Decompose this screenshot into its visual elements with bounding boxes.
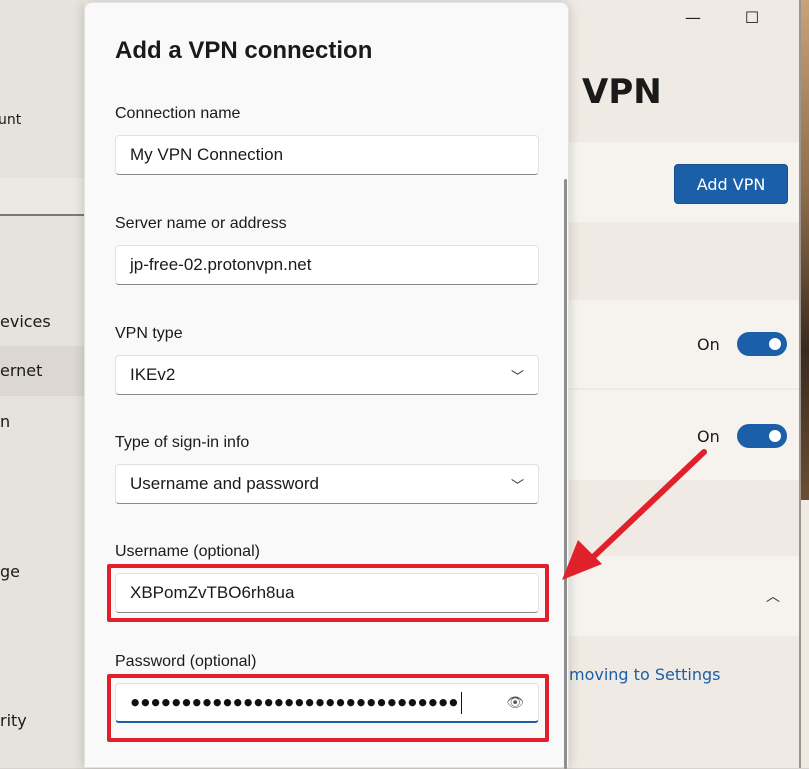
toggle-switch[interactable] (737, 424, 787, 448)
chevron-up-icon[interactable]: ︿ (766, 586, 780, 606)
sidebar-item-personalization[interactable]: n (0, 412, 84, 431)
minimize-icon[interactable]: — (681, 8, 705, 27)
password-label: Password (optional) (115, 653, 257, 670)
maximize-icon[interactable]: ☐ (740, 8, 764, 27)
sidebar-item-devices[interactable]: evices (0, 312, 84, 331)
add-vpn-dialog: Add a VPN connection Connection name My … (84, 2, 569, 769)
toggle-state-label: On (697, 335, 720, 354)
chevron-down-icon: ﹀ (510, 368, 524, 384)
server-address-input[interactable]: jp-free-02.protonvpn.net (115, 245, 539, 285)
server-address-value: jp-free-02.protonvpn.net (130, 255, 312, 274)
toggle-state-label: On (697, 427, 720, 446)
add-vpn-button[interactable]: Add VPN (674, 164, 788, 204)
toggle-knob (769, 430, 781, 442)
sidebar-item-security[interactable]: rity (0, 711, 84, 730)
dialog-scrollbar[interactable] (564, 179, 567, 769)
signin-type-value: Username and password (130, 474, 319, 493)
password-highlight-box (107, 674, 549, 742)
signin-type-label: Type of sign-in info (115, 434, 250, 451)
toggle-switch[interactable] (737, 332, 787, 356)
username-highlight-box (107, 564, 549, 622)
vpn-type-select[interactable]: IKEv2 ﹀ (115, 355, 539, 395)
settings-link[interactable]: moving to Settings (569, 665, 720, 684)
account-label: unt (0, 112, 22, 128)
connection-name-value: My VPN Connection (130, 145, 284, 164)
username-label: Username (optional) (115, 543, 260, 560)
sidebar-item-network[interactable]: ernet (0, 346, 84, 396)
page-title: VPN (582, 72, 662, 112)
dialog-title: Add a VPN connection (115, 37, 373, 64)
chevron-down-icon: ﹀ (510, 477, 524, 493)
desktop-wallpaper (801, 0, 809, 500)
sidebar-item-language[interactable]: ge (0, 562, 84, 581)
search-box[interactable] (0, 178, 84, 216)
toggle-knob (769, 338, 781, 350)
signin-type-select[interactable]: Username and password ﹀ (115, 464, 539, 504)
vpn-type-value: IKEv2 (130, 365, 176, 384)
vpn-type-label: VPN type (115, 325, 183, 342)
sidebar-item-label: ernet (0, 361, 43, 380)
connection-name-input[interactable]: My VPN Connection (115, 135, 539, 175)
settings-sidebar: unt evices ernet n ge rity (0, 0, 84, 768)
server-address-label: Server name or address (115, 215, 287, 232)
connection-name-label: Connection name (115, 105, 241, 122)
